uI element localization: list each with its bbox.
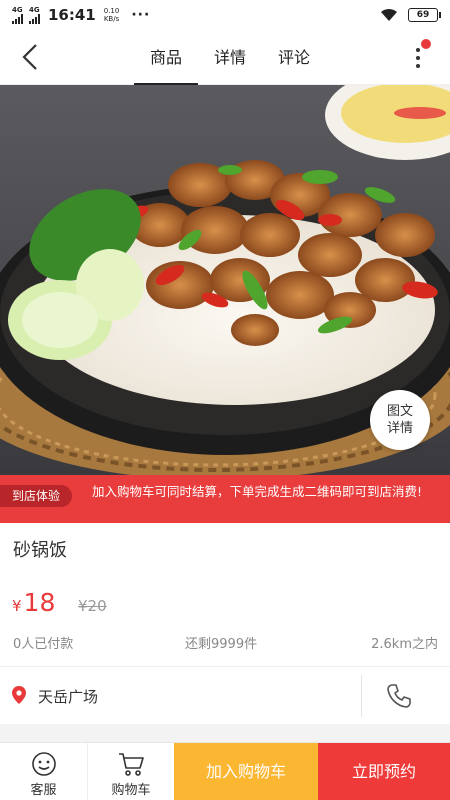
status-bar: 4G 4G 16:41 0.10 KB/s ··· 69: [0, 0, 450, 30]
status-time: 16:41: [48, 6, 96, 24]
shopping-cart-icon: [119, 753, 144, 776]
promo-banner: 到店体验 加入购物车可同时结算，下单完成生成二维码即可到店消费!: [0, 475, 450, 523]
promo-tag: 到店体验: [0, 485, 73, 507]
wifi-icon: [381, 8, 397, 21]
more-notifications-icon: ···: [131, 7, 151, 23]
battery-icon: 69: [408, 8, 441, 22]
add-to-cart-button[interactable]: 加入购物车: [174, 743, 318, 800]
graphic-details-button[interactable]: 图文详情: [370, 390, 430, 450]
book-now-button[interactable]: 立即预约: [318, 743, 450, 800]
tab-goods[interactable]: 商品: [134, 30, 199, 85]
product-name: 砂锅饭: [13, 540, 67, 561]
tab-bar: 商品 详情 评论: [134, 30, 326, 85]
customer-service-button[interactable]: 客服: [0, 743, 87, 800]
network-speed: 0.10 KB/s: [103, 7, 120, 23]
phone-icon[interactable]: [386, 683, 412, 709]
stock-remaining: 还剩9999件: [185, 637, 258, 652]
promo-text: 加入购物车可同时结算，下单完成生成二维码即可到店消费!: [92, 484, 423, 499]
store-name: 天岳广场: [38, 688, 99, 706]
back-arrow-icon[interactable]: [16, 42, 46, 72]
bottom-action-bar: 客服 购物车 加入购物车 立即预约: [0, 742, 450, 800]
original-price: ¥20: [78, 597, 107, 615]
tab-reviews[interactable]: 评论: [262, 30, 326, 85]
product-price: ¥18: [12, 588, 56, 617]
location-pin-icon: [12, 686, 26, 704]
section-gap: [0, 724, 450, 742]
top-nav-bar: 商品 详情 评论: [0, 30, 450, 85]
store-row[interactable]: 天岳广场: [0, 666, 450, 724]
smiley-face-icon: [31, 752, 56, 776]
tab-details[interactable]: 详情: [198, 30, 262, 85]
more-menu-icon[interactable]: [408, 39, 431, 74]
product-image[interactable]: 图文详情: [0, 85, 450, 475]
divider: [361, 675, 362, 717]
signal-1-icon: 4G: [12, 6, 23, 24]
signal-2-icon: 4G: [29, 6, 40, 24]
notification-badge: [421, 39, 431, 49]
cart-button[interactable]: 购物车: [87, 743, 174, 800]
distance: 2.6km之内: [371, 637, 438, 652]
sold-count: 0人已付款: [13, 637, 74, 652]
